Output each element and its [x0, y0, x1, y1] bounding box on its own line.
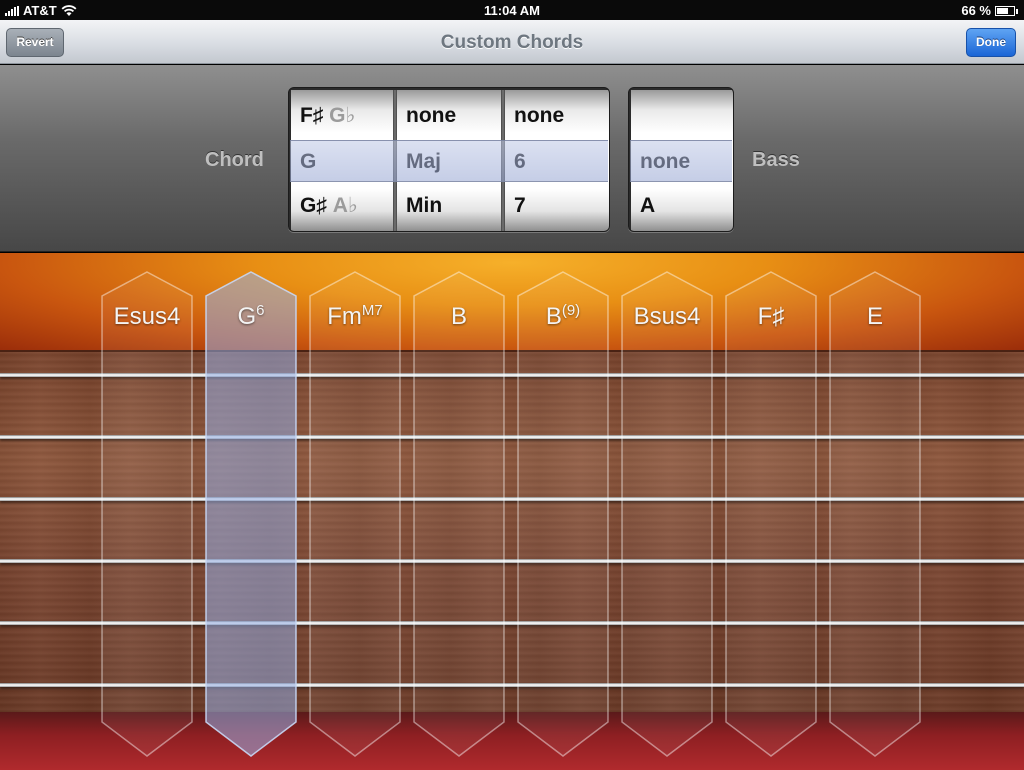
- chord-name: Bsus4: [621, 303, 713, 331]
- chord-strip-8[interactable]: E: [829, 271, 921, 757]
- bass-wheel[interactable]: none A: [631, 90, 733, 231]
- quality-option-top[interactable]: none: [397, 94, 501, 138]
- chord-root: G: [237, 303, 257, 330]
- chord-strip-shape: [725, 271, 817, 757]
- chord-root: Esus4: [113, 303, 181, 330]
- done-button[interactable]: Done: [966, 28, 1016, 57]
- chord-name: E: [829, 303, 921, 331]
- chord-name: G6: [205, 302, 297, 331]
- page-title: Custom Chords: [440, 32, 584, 53]
- chord-extension: (9): [561, 302, 581, 319]
- chord-strip-7[interactable]: F♯: [725, 271, 817, 757]
- chord-root: Bsus4: [633, 303, 701, 330]
- extension-option-selected[interactable]: 6: [505, 140, 609, 184]
- chord-root: Fm: [327, 303, 362, 330]
- bass-option-bottom[interactable]: A: [631, 184, 733, 228]
- bass-picker: none A: [628, 87, 734, 232]
- quality-wheel[interactable]: none Maj Min: [397, 90, 501, 231]
- chord-strip-4[interactable]: B: [413, 271, 505, 757]
- chord-name: Esus4: [101, 303, 193, 331]
- chord-strip-shape: [309, 271, 401, 757]
- root-wheel[interactable]: F♯ G♭ G G♯ A♭: [291, 90, 393, 231]
- bass-option-selected[interactable]: none: [631, 140, 733, 184]
- extension-option-top[interactable]: none: [505, 94, 609, 138]
- chord-strip-shape: [829, 271, 921, 757]
- chord-name: F♯: [725, 303, 817, 331]
- root-option-bottom[interactable]: G♯ A♭: [291, 184, 393, 228]
- quality-option-bottom[interactable]: Min: [397, 184, 501, 228]
- extension-wheel[interactable]: none 6 7: [505, 90, 609, 231]
- chord-strip-1[interactable]: Esus4: [101, 271, 193, 757]
- bass-label: Bass: [752, 149, 800, 171]
- chord-strip-shape: [413, 271, 505, 757]
- chord-root: B: [450, 303, 467, 330]
- chord-root: F♯: [757, 303, 785, 330]
- chord-label: Chord: [205, 149, 264, 171]
- bass-option-top[interactable]: [631, 94, 733, 138]
- guitar-fretboard-area: Esus4 G6 FmM7 B B(9) Bsus4 F♯ E: [0, 253, 1024, 770]
- chord-strip-3[interactable]: FmM7: [309, 271, 401, 757]
- status-bar: AT&T 11:04 AM 66 %: [0, 0, 1024, 20]
- chord-picker-panel: Chord F♯ G♭ G G♯ A♭ none Maj Min none 6 …: [0, 65, 1024, 252]
- chord-root: E: [866, 303, 883, 330]
- chord-name: B(9): [517, 302, 609, 331]
- root-option-top[interactable]: F♯ G♭: [291, 94, 393, 138]
- chord-name: B: [413, 303, 505, 331]
- chord-strip-shape: [101, 271, 193, 757]
- chord-name: FmM7: [309, 302, 401, 331]
- chord-strip-shape: [205, 271, 297, 757]
- chord-extension: M7: [361, 302, 383, 319]
- chord-strip-2[interactable]: G6: [205, 271, 297, 757]
- chord-strip-6[interactable]: Bsus4: [621, 271, 713, 757]
- chord-strip-shape: [517, 271, 609, 757]
- battery-percent: 66 %: [961, 3, 991, 18]
- chord-strip-5[interactable]: B(9): [517, 271, 609, 757]
- chord-strip-shape: [621, 271, 713, 757]
- quality-option-selected[interactable]: Maj: [397, 140, 501, 184]
- chord-picker: F♯ G♭ G G♯ A♭ none Maj Min none 6 7: [288, 87, 610, 232]
- root-option-selected[interactable]: G: [291, 140, 393, 184]
- navigation-bar: Revert Custom Chords Done: [0, 20, 1024, 64]
- chord-extension: 6: [256, 302, 265, 319]
- battery-icon: [995, 5, 1018, 16]
- extension-option-bottom[interactable]: 7: [505, 184, 609, 228]
- chord-root: B: [545, 303, 562, 330]
- clock: 11:04 AM: [484, 3, 540, 18]
